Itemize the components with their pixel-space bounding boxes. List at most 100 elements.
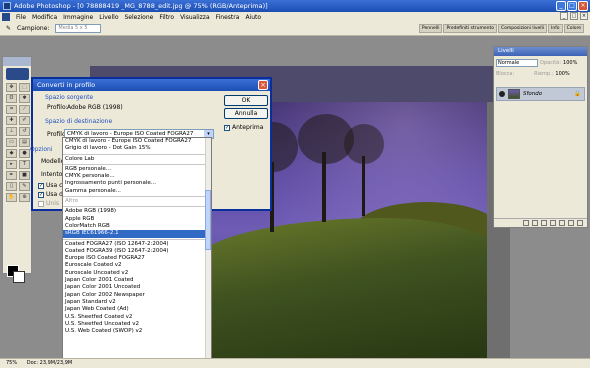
layer-row[interactable]: Sfondo 🔒 xyxy=(496,87,585,101)
path-selection-tool-icon[interactable]: ▸ xyxy=(6,160,17,169)
dialog-close-button[interactable]: × xyxy=(258,80,268,90)
shape-tool-icon[interactable]: ■ xyxy=(19,171,30,180)
dialog-title: Converti in profilo xyxy=(33,79,270,91)
dodge-tool-icon[interactable]: ● xyxy=(19,149,30,158)
minimize-button[interactable]: _ xyxy=(556,1,566,11)
profile-dropdown-list[interactable]: CMYK di lavoro - Europe ISO Coated FOGRA… xyxy=(62,137,212,361)
menu-immagine[interactable]: Immagine xyxy=(63,14,93,21)
blend-mode-select[interactable]: Normale xyxy=(496,58,538,67)
menu-livello[interactable]: Livello xyxy=(99,14,118,21)
delete-layer-icon[interactable] xyxy=(577,220,583,226)
fill-label: Riemp.: xyxy=(534,70,554,77)
well-tab-info[interactable]: Info xyxy=(548,24,563,33)
doc-minimize-button[interactable]: _ xyxy=(560,12,568,20)
dropdown-option[interactable]: Grigio di lavoro - Dot Gain 15% xyxy=(63,145,211,152)
type-tool-icon[interactable]: T xyxy=(19,160,30,169)
add-mask-icon[interactable] xyxy=(541,220,547,226)
photoshop-menu-icon[interactable] xyxy=(2,13,10,21)
menu-filtro[interactable]: Filtro xyxy=(159,14,174,21)
menu-file[interactable]: File xyxy=(16,14,26,21)
history-brush-tool-icon[interactable]: ↺ xyxy=(19,127,30,136)
dropdown-option[interactable]: Coated FOGRA39 (ISO 12647-2:2004) xyxy=(63,248,211,255)
eye-icon[interactable] xyxy=(499,91,505,97)
eyedropper-tool-icon[interactable]: ✎ xyxy=(6,25,11,32)
hand-tool-icon[interactable]: ✋ xyxy=(6,193,17,202)
dropdown-option[interactable]: CMYK personale... xyxy=(63,173,211,180)
intent-label: Intento: xyxy=(41,171,65,178)
link-layers-icon[interactable] xyxy=(523,220,529,226)
dropdown-option[interactable]: Ingrossamento punti personale... xyxy=(63,180,211,187)
dropdown-option[interactable]: Japan Color 2001 Uncoated xyxy=(63,284,211,291)
lock-label: Blocca: xyxy=(496,70,515,77)
dropdown-option[interactable]: U.S. Sheetfed Coated v2 xyxy=(63,314,211,321)
menu-selezione[interactable]: Selezione xyxy=(125,14,154,21)
marquee-tool-icon[interactable]: ⬚ xyxy=(19,83,30,92)
dropdown-scrollbar-thumb[interactable] xyxy=(205,190,211,250)
tree-crown xyxy=(344,124,384,164)
doc-close-button[interactable]: × xyxy=(580,12,588,20)
doc-restore-button[interactable]: □ xyxy=(570,12,578,20)
magic-wand-tool-icon[interactable]: ✱ xyxy=(19,94,30,103)
brush-tool-icon[interactable]: ✐ xyxy=(19,116,30,125)
tools-panel: ✥ ⬚ ʘ ✱ ⌗ ⟋ ✚ ✐ ⊥ ↺ ▭ ▤ ◆ ● ▸ T ✒ ■ ▯ ✎ … xyxy=(2,56,32,283)
menu-finestra[interactable]: Finestra xyxy=(216,14,240,21)
dropdown-option[interactable]: sRGB IEC61966-2.1 xyxy=(63,230,211,238)
pen-tool-icon[interactable]: ✒ xyxy=(6,171,17,180)
menu-modifica[interactable]: Modifica xyxy=(32,14,57,21)
healing-brush-tool-icon[interactable]: ✚ xyxy=(6,116,17,125)
dropdown-option[interactable]: Japan Color 2002 Newspaper xyxy=(63,292,211,299)
notes-tool-icon[interactable]: ▯ xyxy=(6,182,17,191)
dropdown-option[interactable]: Euroscale Coated v2 xyxy=(63,262,211,269)
preview-checkbox[interactable]: ✓ Anteprima xyxy=(224,124,263,131)
blur-tool-icon[interactable]: ◆ xyxy=(6,149,17,158)
zoom-tool-icon[interactable]: ⊕ xyxy=(19,193,30,202)
dropdown-option[interactable]: Colore Lab xyxy=(63,156,211,163)
dropdown-option[interactable]: Euroscale Uncoated v2 xyxy=(63,270,211,277)
fill-value[interactable]: 100% xyxy=(555,71,569,77)
dropdown-option[interactable]: Adobe RGB (1998) xyxy=(63,208,211,215)
opacity-value[interactable]: 100% xyxy=(563,60,577,66)
zoom-level[interactable]: 75% xyxy=(6,360,17,366)
adobe-feather-icon[interactable] xyxy=(6,68,29,80)
new-adjustment-icon[interactable] xyxy=(550,220,556,226)
dropdown-option[interactable]: Japan Color 2001 Coated xyxy=(63,277,211,284)
flatten-checkbox[interactable]: Unis xyxy=(38,200,59,207)
dropdown-option[interactable]: U.S. Sheetfed Uncoated v2 xyxy=(63,321,211,328)
sample-size-select[interactable]: Media 5 x 5 xyxy=(55,24,102,33)
gradient-tool-icon[interactable]: ▤ xyxy=(19,138,30,147)
new-layer-icon[interactable] xyxy=(568,220,574,226)
clone-stamp-tool-icon[interactable]: ⊥ xyxy=(6,127,17,136)
cancel-button[interactable]: Annulla xyxy=(224,108,268,119)
slice-tool-icon[interactable]: ⟋ xyxy=(19,105,30,114)
menu-visualizza[interactable]: Visualizza xyxy=(180,14,210,21)
add-style-icon[interactable] xyxy=(532,220,538,226)
tree-trunk xyxy=(362,156,365,216)
move-tool-icon[interactable]: ✥ xyxy=(6,83,17,92)
eyedropper-tool-icon[interactable]: ✎ xyxy=(19,182,30,191)
well-tab-brushes[interactable]: Pennelli xyxy=(418,24,443,33)
dropdown-option[interactable]: Apple RGB xyxy=(63,216,211,223)
well-tab-comps[interactable]: Composizioni livelli xyxy=(497,24,548,33)
dropdown-option[interactable]: Europe ISO Coated FOGRA27 xyxy=(63,255,211,262)
dropdown-option[interactable]: ColorMatch RGB xyxy=(63,223,211,230)
close-window-button[interactable]: × xyxy=(578,1,588,11)
ok-button[interactable]: OK xyxy=(224,95,268,106)
lasso-tool-icon[interactable]: ʘ xyxy=(6,94,17,103)
dropdown-option[interactable]: Coated FOGRA27 (ISO 12647-2:2004) xyxy=(63,241,211,248)
source-profile-value: Adobe RGB (1998) xyxy=(67,104,123,111)
crop-tool-icon[interactable]: ⌗ xyxy=(6,105,17,114)
dropdown-option[interactable]: RGB personale... xyxy=(63,166,211,173)
dropdown-option[interactable]: U.S. Web Coated (SWOP) v2 xyxy=(63,328,211,335)
dropdown-option[interactable]: Japan Standard v2 xyxy=(63,299,211,306)
menu-aiuto[interactable]: Aiuto xyxy=(245,14,261,21)
dropdown-option[interactable]: Japan Web Coated (Ad) xyxy=(63,306,211,313)
eraser-tool-icon[interactable]: ▭ xyxy=(6,138,17,147)
well-tab-presets[interactable]: Predefiniti strumento xyxy=(443,24,497,33)
new-group-icon[interactable] xyxy=(559,220,565,226)
well-tab-color[interactable]: Colore xyxy=(563,24,584,33)
maximize-button[interactable]: □ xyxy=(567,1,577,11)
background-color-swatch[interactable] xyxy=(13,271,25,283)
dropdown-option[interactable]: CMYK di lavoro - Europe ISO Coated FOGRA… xyxy=(63,138,211,145)
window-title: Adobe Photoshop - [0 78888419 _MG_8788_e… xyxy=(14,2,268,10)
dropdown-option[interactable]: Gamma personale... xyxy=(63,188,211,195)
